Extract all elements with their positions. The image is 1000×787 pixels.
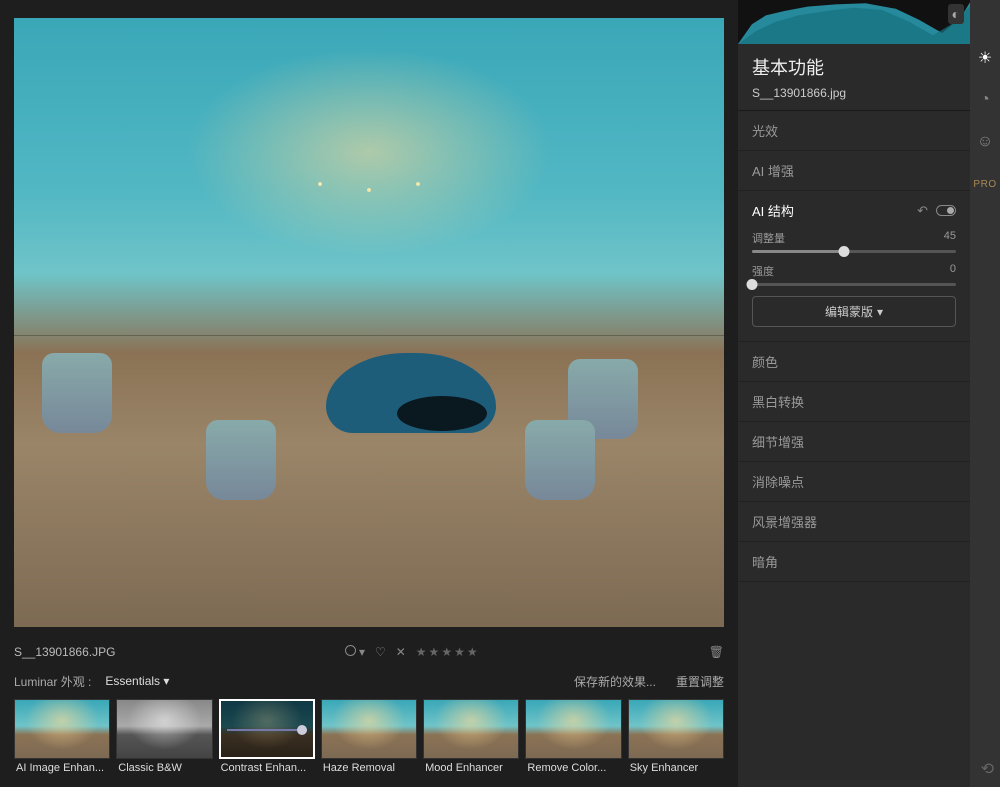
looks-category[interactable]: Essentials ▾ xyxy=(105,674,169,688)
boost-slider[interactable] xyxy=(752,283,956,286)
look-thumb[interactable]: Haze Removal xyxy=(321,699,417,777)
look-thumb-label: Sky Enhancer xyxy=(628,759,724,777)
section-ai-enhance[interactable]: AI 增强 xyxy=(738,151,970,191)
look-thumb-label: Remove Color... xyxy=(525,759,621,777)
reject-icon[interactable]: ✕ xyxy=(396,645,406,659)
boost-value: 0 xyxy=(950,263,956,279)
look-thumb-label: AI Image Enhan... xyxy=(14,759,110,777)
look-thumb[interactable]: Classic B&W xyxy=(116,699,212,777)
ai-structure-label[interactable]: AI 结构 xyxy=(752,201,794,220)
look-thumb[interactable]: Remove Color... xyxy=(525,699,621,777)
chevron-down-icon: ▾ xyxy=(877,305,883,319)
section-light[interactable]: 光效 xyxy=(738,111,970,151)
panel-filename: S__13901866.jpg xyxy=(738,86,970,111)
look-thumb[interactable]: Sky Enhancer xyxy=(628,699,724,777)
section-vignette[interactable]: 暗角 xyxy=(738,542,970,582)
section-color[interactable]: 颜色 xyxy=(738,342,970,382)
amount-slider[interactable] xyxy=(752,250,956,253)
section-ai-structure: AI 结构 ↶ 调整量 45 强度 0 xyxy=(738,191,970,342)
section-landscape[interactable]: 风景增强器 xyxy=(738,502,970,542)
favorite-icon[interactable]: ♡ xyxy=(375,645,386,659)
section-bw[interactable]: 黑白转换 xyxy=(738,382,970,422)
look-thumb[interactable]: AI Image Enhan... xyxy=(14,699,110,777)
portrait-tab-icon[interactable]: ☺ xyxy=(975,132,995,152)
panel-title: 基本功能 xyxy=(738,44,970,86)
look-thumb-label: Haze Removal xyxy=(321,759,417,777)
preview-image xyxy=(14,18,724,627)
canvas-area[interactable] xyxy=(0,0,738,637)
look-thumb-label: Contrast Enhan... xyxy=(219,759,315,777)
amount-label: 调整量 xyxy=(752,230,785,246)
section-detail[interactable]: 细节增强 xyxy=(738,422,970,462)
section-denoise[interactable]: 消除噪点 xyxy=(738,462,970,502)
boost-label: 强度 xyxy=(752,263,774,279)
current-filename: S__13901866.JPG xyxy=(14,645,115,659)
look-thumb-label: Classic B&W xyxy=(116,759,212,777)
section-toggle[interactable] xyxy=(936,205,956,216)
reset-adjustments-button[interactable]: 重置调整 xyxy=(676,673,724,690)
chevron-down-icon: ▾ xyxy=(163,674,169,688)
delete-icon[interactable]: 🗑 xyxy=(709,645,724,659)
look-thumb[interactable]: Contrast Enhan... xyxy=(219,699,315,777)
looks-prefix: Luminar 外观 : xyxy=(14,673,91,690)
history-icon[interactable]: ⟲ xyxy=(981,759,994,779)
histogram-toggle-icon[interactable]: ◐ xyxy=(948,4,964,24)
rating-stars[interactable]: ★★★★★ xyxy=(416,645,480,659)
creative-tab-icon[interactable]: ◔ xyxy=(975,90,995,110)
histogram[interactable]: ◐ xyxy=(738,0,970,44)
essentials-tab-icon[interactable]: ☀ xyxy=(975,48,995,68)
save-look-button[interactable]: 保存新的效果... xyxy=(574,673,656,690)
pro-tab-icon[interactable]: PRO xyxy=(975,174,995,194)
amount-value: 45 xyxy=(944,230,956,246)
undo-icon[interactable]: ↶ xyxy=(917,203,928,219)
look-thumb-label: Mood Enhancer xyxy=(423,759,519,777)
edit-mask-button[interactable]: 编辑蒙版 ▾ xyxy=(752,296,956,327)
compare-icon[interactable]: ▾ xyxy=(345,645,365,659)
look-thumb[interactable]: Mood Enhancer xyxy=(423,699,519,777)
looks-filmstrip: AI Image Enhan... Classic B&W Contrast Enh… xyxy=(0,695,738,787)
